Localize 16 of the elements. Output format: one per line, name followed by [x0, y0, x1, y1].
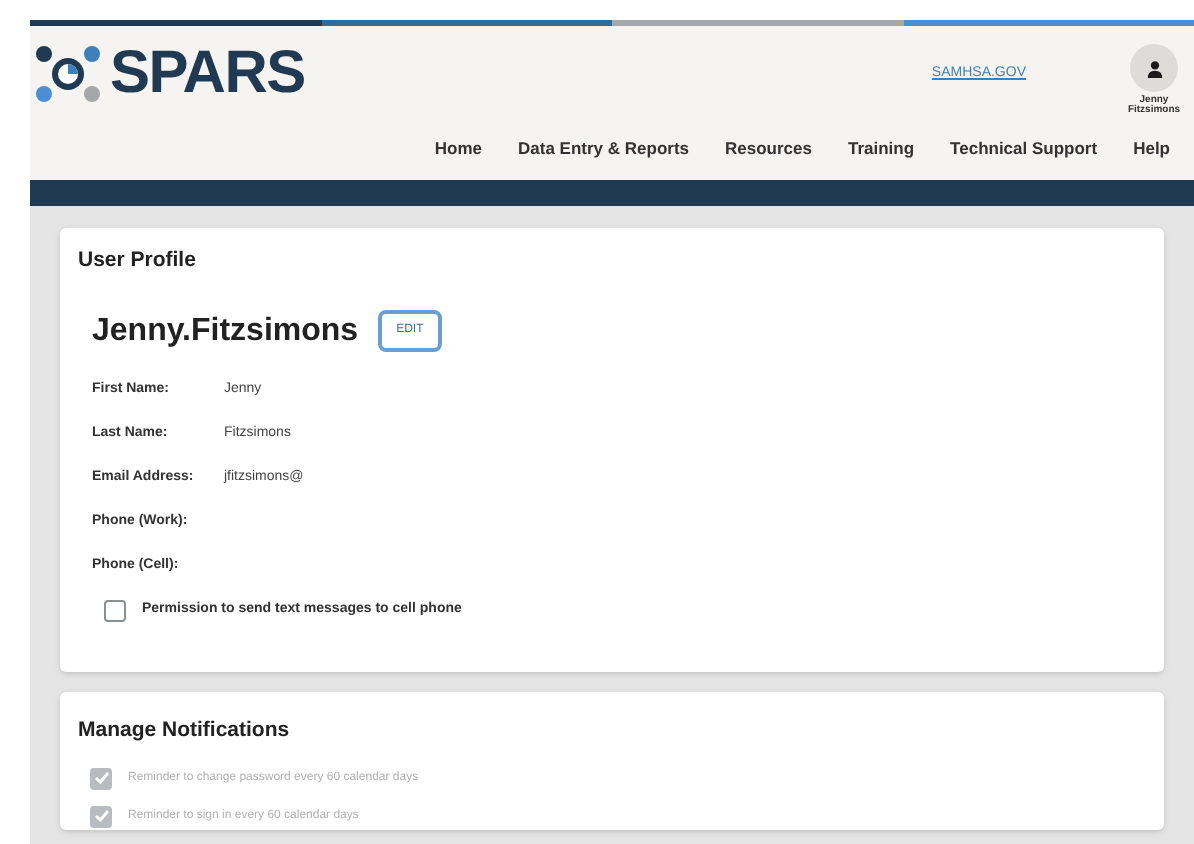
nav-link[interactable]: Help: [1133, 135, 1170, 161]
checkmark-icon: [93, 808, 109, 825]
checkbox[interactable]: [104, 599, 126, 622]
logo-icon: [34, 44, 102, 104]
checkmark-icon: [93, 770, 109, 787]
section-title: Manage Notifications: [78, 716, 292, 746]
nav-link[interactable]: Home: [434, 135, 483, 161]
username-heading: Jenny.Fitzsimons: [92, 311, 359, 352]
logo-text: SPARS: [110, 44, 305, 104]
person-icon: [1145, 59, 1163, 77]
nav-link[interactable]: Technical Support: [950, 135, 1098, 161]
nav-link[interactable]: Resources: [725, 135, 812, 161]
section-title: User Profile: [78, 246, 198, 276]
avatar-button[interactable]: [1130, 44, 1178, 92]
nav-link[interactable]: Data Entry & Reports: [518, 135, 690, 161]
nav-link[interactable]: Training: [847, 135, 915, 161]
